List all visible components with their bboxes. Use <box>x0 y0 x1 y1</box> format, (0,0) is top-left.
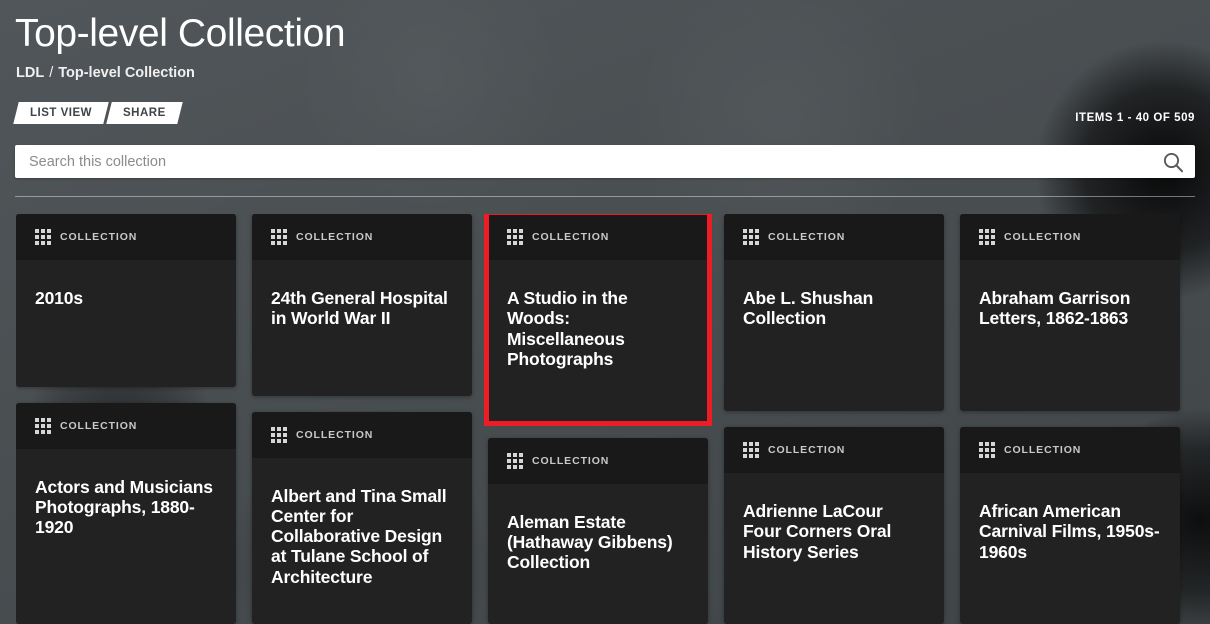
grid-3x3-icon <box>979 442 995 458</box>
card-kind-label: COLLECTION <box>60 231 138 243</box>
grid-column: COLLECTION Abraham Garrison Letters, 1862… <box>960 214 1180 624</box>
share-button-label: SHARE <box>123 107 166 119</box>
card-kind-label: COLLECTION <box>532 454 610 467</box>
header-actions: LIST VIEW SHARE <box>13 102 183 124</box>
list-view-button[interactable]: LIST VIEW <box>13 102 109 124</box>
grid-column: COLLECTION 2010s COLLECTION Actors and Musi… <box>16 214 236 624</box>
card-body: 24th General Hospital in World War II <box>252 260 472 396</box>
grid-column: COLLECTION 24th General Hospital in World… <box>252 214 472 624</box>
card-header: COLLECTION <box>16 402 236 449</box>
grid-3x3-icon <box>507 452 523 469</box>
collection-card[interactable]: COLLECTION Abe L. Shushan Collection <box>724 214 944 411</box>
card-header: COLLECTION <box>960 427 1180 473</box>
card-kind-label: COLLECTION <box>60 419 138 432</box>
header-divider <box>15 196 1195 197</box>
card-title: African American Carnival Films, 1950s-1… <box>979 501 1160 562</box>
card-title: 2010s <box>35 288 83 308</box>
breadcrumb-link-root[interactable]: LDL <box>16 65 44 81</box>
items-count: ITEMS 1 - 40 OF 509 <box>1075 112 1195 124</box>
grid-3x3-icon <box>35 229 51 245</box>
list-view-button-label: LIST VIEW <box>30 107 92 119</box>
card-body: Albert and Tina Small Center for Collabo… <box>252 458 472 624</box>
card-header: COLLECTION <box>960 214 1180 260</box>
grid-3x3-icon <box>271 426 287 443</box>
collection-card[interactable]: COLLECTION 2010s <box>16 214 236 387</box>
card-header: COLLECTION <box>16 214 236 260</box>
card-kind-label: COLLECTION <box>768 231 846 243</box>
grid-column: COLLECTION Abe L. Shushan Collection COLLE… <box>724 214 944 624</box>
collection-card[interactable]: COLLECTION 24th General Hospital in World… <box>252 214 472 396</box>
card-kind-label: COLLECTION <box>1004 231 1082 243</box>
card-title: A Studio in the Woods: Miscellaneous Pho… <box>507 288 628 369</box>
breadcrumb: LDL / Top-level Collection <box>16 65 195 81</box>
card-body: African American Carnival Films, 1950s-1… <box>960 473 1180 624</box>
card-header: COLLECTION <box>724 427 944 473</box>
card-title: Actors and Musicians Photographs, 1880-1… <box>35 476 213 538</box>
card-kind-label: COLLECTION <box>296 428 374 441</box>
collection-card-selected[interactable]: COLLECTION A Studio in the Woods: Miscell… <box>484 214 712 426</box>
grid-3x3-icon <box>743 229 759 245</box>
search-bar <box>15 145 1195 178</box>
grid-3x3-icon <box>743 442 759 458</box>
card-body: Adrienne LaCour Four Corners Oral Histor… <box>724 473 944 624</box>
collection-card[interactable]: COLLECTION Aleman Estate (Hathaway Gibben… <box>488 437 708 624</box>
card-kind-label: COLLECTION <box>296 231 374 243</box>
card-header: COLLECTION <box>724 214 944 260</box>
grid-3x3-icon <box>271 229 287 245</box>
card-header: COLLECTION <box>252 214 472 260</box>
search-input[interactable] <box>15 145 1151 178</box>
collection-card[interactable]: COLLECTION Albert and Tina Small Center f… <box>252 411 472 624</box>
card-kind-label: COLLECTION <box>1004 444 1082 456</box>
breadcrumb-current: Top-level Collection <box>58 65 195 81</box>
page-title: Top-level Collection <box>15 12 346 55</box>
card-body: Abraham Garrison Letters, 1862-1863 <box>960 260 1180 411</box>
card-title: Abraham Garrison Letters, 1862-1863 <box>979 288 1131 329</box>
collection-card-grid: COLLECTION 2010s COLLECTION Actors and Musi… <box>16 214 1196 624</box>
card-title: Albert and Tina Small Center for Collabo… <box>271 485 447 587</box>
collection-card[interactable]: COLLECTION Adrienne LaCour Four Corners O… <box>724 427 944 624</box>
card-title: 24th General Hospital in World War II <box>271 288 448 329</box>
card-body: A Studio in the Woods: Miscellaneous Pho… <box>488 260 708 422</box>
collection-card[interactable]: COLLECTION Abraham Garrison Letters, 1862… <box>960 214 1180 411</box>
collection-browse-page: Top-level Collection LDL / Top-level Colle… <box>0 0 1210 624</box>
grid-column: COLLECTION A Studio in the Woods: Miscell… <box>484 214 712 624</box>
card-title: Abe L. Shushan Collection <box>743 288 874 329</box>
card-body: 2010s <box>16 260 236 387</box>
card-body: Actors and Musicians Photographs, 1880-1… <box>16 449 236 624</box>
grid-3x3-icon <box>979 229 995 245</box>
card-body: Aleman Estate (Hathaway Gibbens) Collect… <box>488 484 708 624</box>
card-body: Abe L. Shushan Collection <box>724 260 944 411</box>
breadcrumb-separator: / <box>49 65 54 81</box>
card-kind-label: COLLECTION <box>768 444 846 456</box>
card-kind-label: COLLECTION <box>532 231 610 243</box>
grid-3x3-icon <box>35 417 51 434</box>
card-title: Aleman Estate (Hathaway Gibbens) Collect… <box>507 511 673 573</box>
card-header: COLLECTION <box>488 214 708 260</box>
grid-3x3-icon <box>507 229 523 245</box>
search-icon <box>1163 152 1184 172</box>
collection-card[interactable]: COLLECTION African American Carnival Film… <box>960 427 1180 624</box>
card-title: Adrienne LaCour Four Corners Oral Histor… <box>743 501 892 562</box>
share-button[interactable]: SHARE <box>106 102 183 124</box>
collection-card[interactable]: COLLECTION Actors and Musicians Photograp… <box>16 402 236 624</box>
search-submit-button[interactable] <box>1151 145 1195 178</box>
card-header: COLLECTION <box>252 411 472 458</box>
card-header: COLLECTION <box>488 437 708 484</box>
